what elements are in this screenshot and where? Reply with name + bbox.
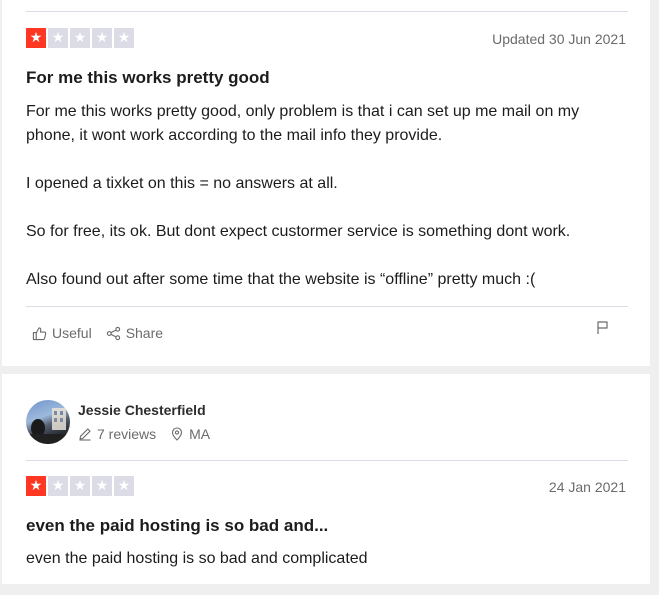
review-title[interactable]: For me this works pretty good — [26, 68, 270, 88]
star-icon: ★ — [48, 476, 68, 496]
avatar-photo — [26, 408, 70, 444]
review-paragraph: So for free, its ok. But dont expect cus… — [26, 223, 571, 240]
reviewer-name[interactable]: Jessie Chesterfield — [78, 402, 206, 418]
review-title[interactable]: even the paid hosting is so bad and... — [26, 516, 328, 536]
review-actions: Useful Share — [32, 325, 163, 341]
pencil-icon — [79, 428, 91, 441]
divider — [26, 460, 628, 461]
share-label: Share — [125, 325, 164, 341]
review-card: ★ ★ ★ ★ ★ Updated 30 Jun 2021 For me thi… — [2, 0, 650, 366]
divider — [26, 306, 628, 307]
useful-button[interactable]: Useful — [32, 325, 92, 341]
review-paragraph: even the paid hosting is so bad and comp… — [26, 550, 368, 567]
location-label: MA — [189, 426, 211, 442]
share-icon — [106, 326, 120, 340]
star-icon: ★ — [92, 476, 112, 496]
reviews-count: 7 reviews — [78, 426, 156, 442]
star-icon: ★ — [114, 28, 134, 48]
location-pin-icon — [172, 427, 183, 441]
star-icon: ★ — [114, 476, 134, 496]
reviews-count-label: 7 reviews — [97, 426, 157, 442]
star-rating: ★ ★ ★ ★ ★ — [26, 28, 134, 48]
star-icon: ★ — [92, 28, 112, 48]
share-button[interactable]: Share — [106, 325, 163, 341]
star-icon: ★ — [48, 28, 68, 48]
star-icon: ★ — [26, 476, 46, 496]
review-body: For me this works pretty good, only prob… — [26, 100, 626, 316]
review-card: Jessie Chesterfield 7 reviews MA ★ ★ ★ ★… — [2, 374, 650, 584]
review-paragraph: Also found out after some time that the … — [26, 271, 536, 288]
star-rating: ★ ★ ★ ★ ★ — [26, 476, 134, 496]
divider — [26, 11, 628, 12]
review-body: even the paid hosting is so bad and comp… — [26, 547, 626, 595]
reviewer-location: MA — [170, 426, 210, 442]
review-paragraph: For me this works pretty good, only prob… — [26, 103, 580, 144]
review-paragraph: I opened a tixket on this = no answers a… — [26, 175, 338, 192]
reviewer-meta: 7 reviews MA — [78, 426, 210, 442]
thumbs-up-icon — [32, 326, 47, 340]
useful-label: Useful — [52, 325, 92, 341]
review-date: Updated 30 Jun 2021 — [492, 31, 626, 47]
flag-icon[interactable] — [596, 320, 610, 335]
star-icon: ★ — [70, 476, 90, 496]
star-icon: ★ — [70, 28, 90, 48]
review-date: 24 Jan 2021 — [548, 479, 626, 495]
star-icon: ★ — [26, 28, 46, 48]
avatar[interactable] — [26, 400, 70, 444]
